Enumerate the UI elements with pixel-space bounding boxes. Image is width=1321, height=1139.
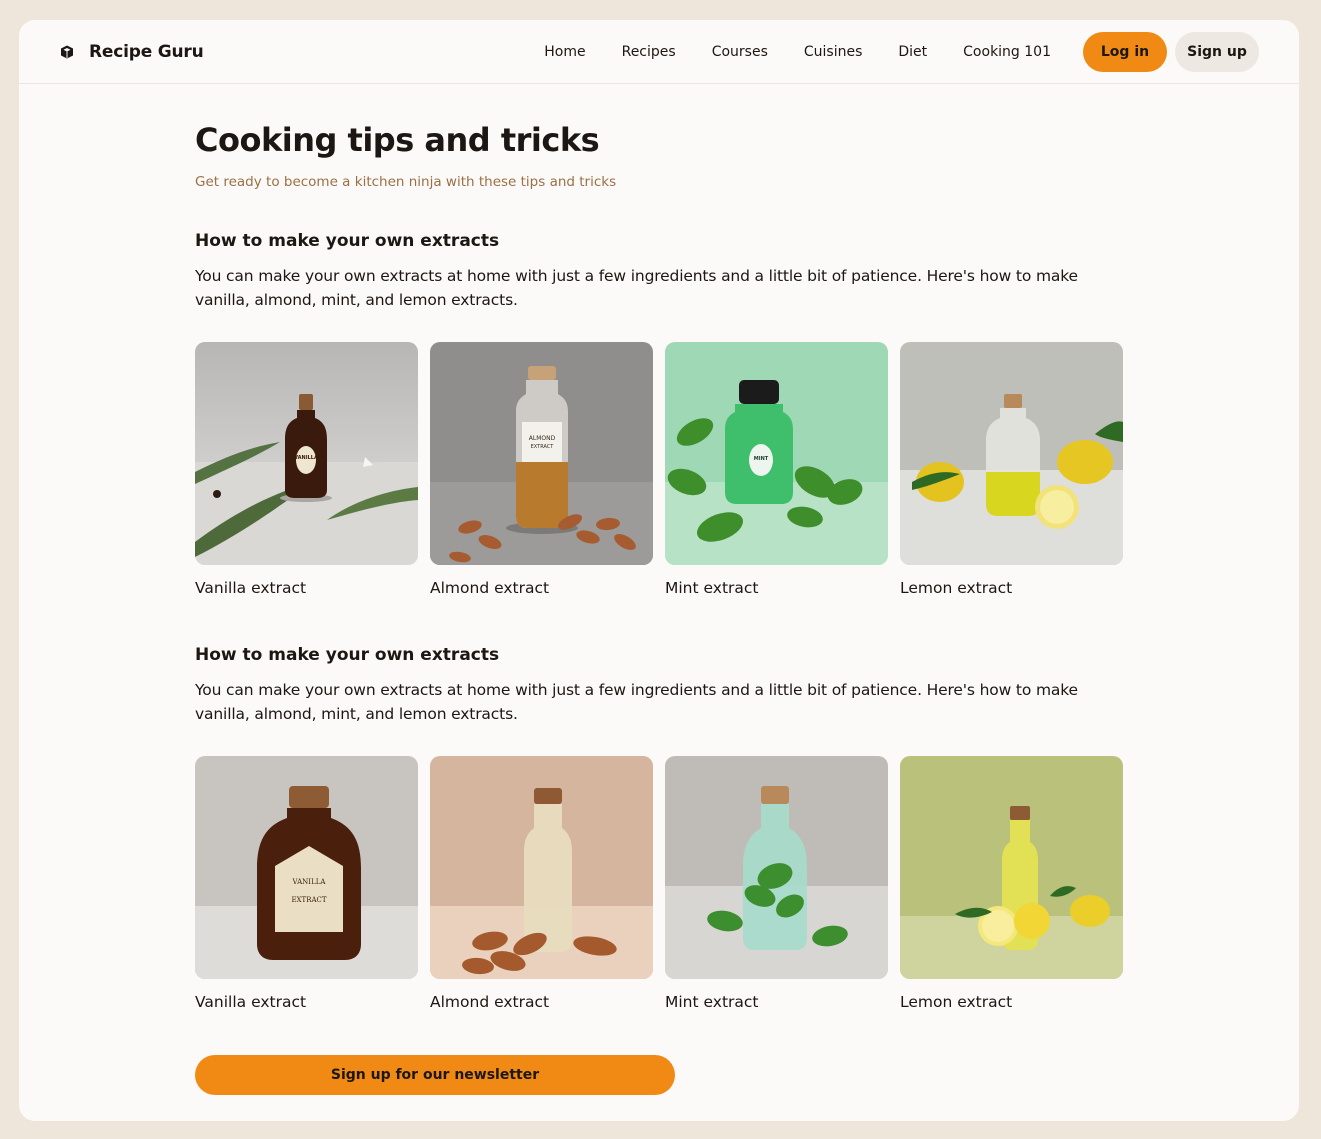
main-content: Cooking tips and tricks Get ready to bec… — [195, 104, 1125, 1095]
bottle-label-text: VANILLA — [292, 878, 327, 886]
mint-bottle-image: MINT — [665, 342, 888, 565]
newsletter-signup-button[interactable]: Sign up for our newsletter — [195, 1055, 675, 1095]
bottle-label-text: MINT — [754, 456, 769, 462]
bottle-label-text: EXTRACT — [531, 444, 555, 450]
extract-card-grid: VANILLA EXTRACT Vanilla extract Almond e… — [195, 756, 1125, 1013]
extract-card-lemon[interactable]: Lemon extract — [900, 756, 1123, 1013]
extract-card-almond[interactable]: Almond extract — [430, 756, 653, 1013]
extract-card-almond[interactable]: ALMOND EXTRACT Almond extract — [430, 342, 653, 599]
section-body: You can make your own extracts at home w… — [195, 681, 1078, 723]
almond-bottle-image: ALMOND EXTRACT — [430, 342, 653, 565]
extract-card-lemon[interactable]: Lemon extract — [900, 342, 1123, 599]
bottle-label-text: EXTRACT — [291, 896, 326, 904]
mint-bottle-image — [665, 756, 888, 979]
main-nav: Home Recipes Courses Cuisines Diet Cooki… — [544, 32, 1259, 72]
page-title: Cooking tips and tricks — [195, 121, 600, 159]
bottle-label-text: VANILLA — [294, 455, 318, 461]
login-button[interactable]: Log in — [1083, 32, 1167, 72]
nav-link-cuisines[interactable]: Cuisines — [804, 44, 863, 60]
card-label: Lemon extract — [900, 579, 1013, 597]
brand[interactable]: Recipe Guru — [59, 41, 204, 62]
card-label: Vanilla extract — [195, 579, 307, 597]
extracts-section: How to make your own extracts You can ma… — [195, 643, 1125, 1013]
section-body: You can make your own extracts at home w… — [195, 267, 1078, 309]
card-label: Mint extract — [665, 993, 759, 1011]
card-label: Lemon extract — [900, 993, 1013, 1011]
brand-name: Recipe Guru — [89, 41, 204, 62]
vanilla-bottle-image: VANILLA — [195, 342, 418, 565]
section-title: How to make your own extracts — [195, 645, 500, 665]
bottle-label-text: ALMOND — [529, 435, 556, 442]
vanilla-bottle-image: VANILLA EXTRACT — [195, 756, 418, 979]
lemon-bottle-image — [900, 756, 1123, 979]
nav-link-diet[interactable]: Diet — [898, 44, 927, 60]
nav-link-home[interactable]: Home — [544, 44, 585, 60]
signup-button[interactable]: Sign up — [1175, 32, 1259, 72]
top-navigation-bar: Recipe Guru Home Recipes Courses Cuisine… — [19, 20, 1299, 84]
nav-link-cooking-101[interactable]: Cooking 101 — [963, 44, 1051, 60]
card-label: Almond extract — [430, 993, 550, 1011]
extracts-section: How to make your own extracts You can ma… — [195, 229, 1125, 599]
lemon-bottle-image — [900, 342, 1123, 565]
extract-card-grid: VANILLA Vanilla extract ALMOND EXTRACT A… — [195, 342, 1125, 599]
card-label: Mint extract — [665, 579, 759, 597]
nav-link-recipes[interactable]: Recipes — [622, 44, 676, 60]
card-label: Vanilla extract — [195, 993, 307, 1011]
extract-card-mint[interactable]: MINT Mint extract — [665, 342, 888, 599]
extract-card-mint[interactable]: Mint extract — [665, 756, 888, 1013]
page-subtitle: Get ready to become a kitchen ninja with… — [195, 174, 617, 190]
app-window: Recipe Guru Home Recipes Courses Cuisine… — [19, 20, 1299, 1121]
almond-bottle-image — [430, 756, 653, 979]
card-label: Almond extract — [430, 579, 550, 597]
box-icon — [59, 44, 75, 60]
nav-link-courses[interactable]: Courses — [712, 44, 768, 60]
section-title: How to make your own extracts — [195, 231, 500, 251]
extract-card-vanilla[interactable]: VANILLA EXTRACT Vanilla extract — [195, 756, 418, 1013]
extract-card-vanilla[interactable]: VANILLA Vanilla extract — [195, 342, 418, 599]
